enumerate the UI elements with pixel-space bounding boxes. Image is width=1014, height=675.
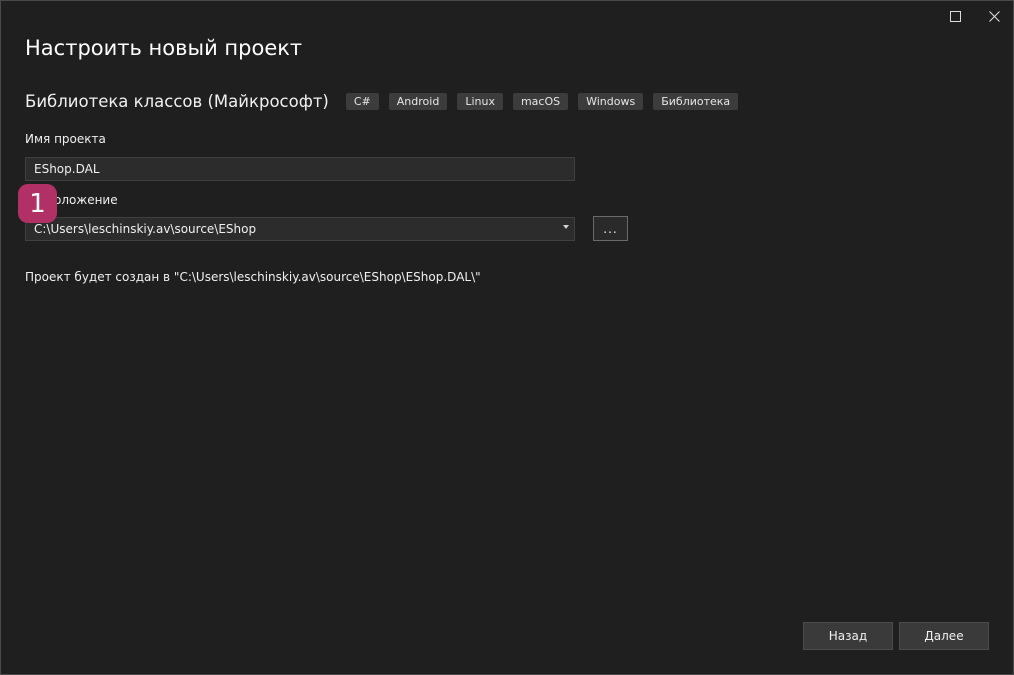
tag-android: Android [388,92,448,110]
maximize-icon [949,10,961,22]
tag-library: Библиотека [653,92,739,110]
browse-button[interactable]: ... [593,216,628,241]
creation-path-info: Проект будет создан в "C:\Users\leschins… [25,270,481,284]
template-header: Библиотека классов (Майкрософт) C# Andro… [25,89,748,113]
tag-macos: macOS [512,92,569,110]
location-combobox[interactable]: C:\Users\leschinskiy.av\source\EShop [25,217,575,241]
project-name-label: Имя проекта [25,132,106,146]
page-title: Настроить новый проект [25,36,303,60]
tag-windows: Windows [578,92,644,110]
tag-linux: Linux [457,92,503,110]
back-button[interactable]: Назад [803,622,893,650]
tag-csharp: C# [345,92,379,110]
next-button[interactable]: Далее [899,622,989,650]
project-name-input[interactable]: EShop.DAL [25,157,575,181]
close-icon [988,10,1000,22]
maximize-button[interactable] [937,1,973,31]
template-name: Библиотека классов (Майкрософт) [25,91,329,111]
dialog-window: Настроить новый проект Библиотека классо… [0,0,1014,675]
close-button[interactable] [976,1,1012,31]
chevron-down-icon[interactable] [563,225,569,229]
step-badge: 1 [18,184,57,223]
